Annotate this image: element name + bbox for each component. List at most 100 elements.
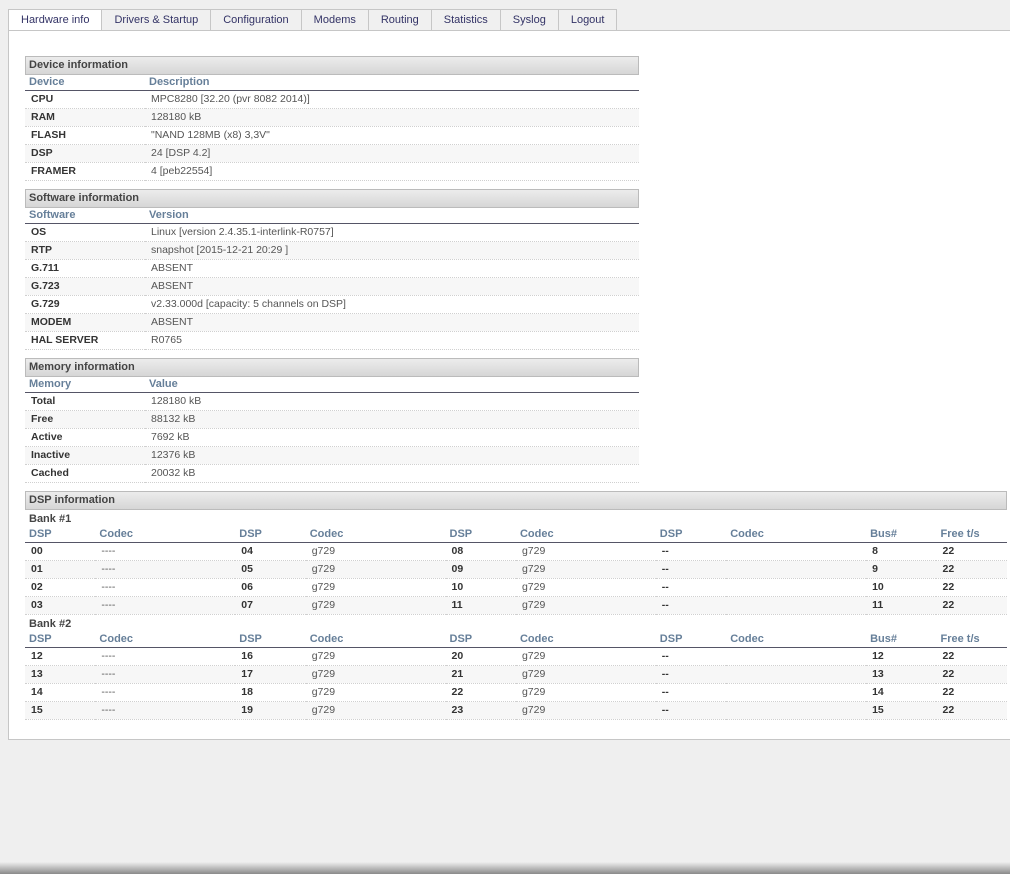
row-key: Cached: [25, 464, 145, 483]
row-value: 4 [peb22554]: [145, 162, 639, 181]
table-cell: ----: [95, 647, 236, 666]
table-cell: --: [655, 701, 727, 720]
table-cell: --: [655, 560, 727, 579]
memory-information-section: Memory information Memory Value Total 128…: [25, 358, 639, 483]
column-header-codec: Codec: [726, 632, 867, 648]
section-title: DSP information: [25, 491, 1007, 510]
column-header-dsp: DSP: [235, 527, 306, 543]
column-header-dsp: DSP: [655, 527, 727, 543]
table-cell: [726, 560, 867, 579]
row-key: DSP: [25, 144, 145, 163]
table-cell: ----: [95, 578, 236, 597]
row-value: 24 [DSP 4.2]: [145, 144, 639, 163]
table-cell: g729: [305, 647, 446, 666]
table-cell: 02: [25, 578, 96, 597]
column-header-dsp: DSP: [445, 632, 516, 648]
table-cell: 22: [936, 578, 1007, 597]
column-header-codec: Codec: [515, 527, 656, 543]
table-cell: 06: [235, 578, 306, 597]
bank-label: Bank #2: [29, 618, 72, 630]
table-cell: [726, 578, 867, 597]
table-cell: g729: [515, 578, 656, 597]
column-header-codec: Codec: [95, 527, 236, 543]
column-header-memory: Memory: [25, 377, 145, 393]
bank-label: Bank #1: [29, 513, 72, 525]
tab-hardware-info[interactable]: Hardware info: [8, 9, 103, 32]
table-cell: [726, 596, 867, 615]
column-header-codec: Codec: [305, 632, 446, 648]
table-cell: 12: [25, 647, 96, 666]
column-header-device: Device: [25, 75, 145, 91]
table-cell: ----: [95, 542, 236, 561]
table-row: G.729 v2.33.000d [capacity: 5 channels on…: [25, 295, 639, 314]
row-value: 88132 kB: [145, 410, 639, 429]
table-cell: ----: [95, 683, 236, 702]
table-row: Free 88132 kB: [25, 410, 639, 429]
row-value: Linux [version 2.4.35.1-interlink-R0757]: [145, 223, 639, 242]
row-value: snapshot [2015-12-21 20:29 ]: [145, 241, 639, 260]
table-cell: 04: [235, 542, 306, 561]
table-row: RAM 128180 kB: [25, 108, 639, 127]
table-row: 02 ---- 06 g729 10 g729 -- 10 22: [25, 578, 1007, 597]
table-cell: --: [655, 578, 727, 597]
device-table: Device Description CPU MPC8280 [32.20 (pv…: [25, 75, 639, 181]
column-header-codec: Codec: [726, 527, 867, 543]
tab-modems[interactable]: Modems: [301, 9, 369, 31]
tab-bar: Hardware info Drivers & Startup Configurat…: [8, 9, 618, 32]
row-value: ABSENT: [145, 277, 639, 296]
table-cell: [726, 665, 867, 684]
table-cell: 22: [936, 560, 1007, 579]
tab-syslog[interactable]: Syslog: [500, 9, 559, 31]
table-cell: 11: [445, 596, 516, 615]
table-cell: 8: [866, 542, 937, 561]
software-table: Software Version OS Linux [version 2.4.35…: [25, 208, 639, 350]
row-value: ABSENT: [145, 259, 639, 278]
table-cell: 18: [235, 683, 306, 702]
table-cell: --: [655, 647, 727, 666]
column-header-free-t-s: Free t/s: [936, 527, 1007, 543]
column-header-value: Value: [145, 377, 639, 393]
table-row: OS Linux [version 2.4.35.1-interlink-R075…: [25, 223, 639, 242]
column-header-version: Version: [145, 208, 639, 224]
table-cell: [726, 647, 867, 666]
row-key: Free: [25, 410, 145, 429]
row-value: MPC8280 [32.20 (pvr 8082 2014)]: [145, 90, 639, 109]
row-key: RAM: [25, 108, 145, 127]
tab-routing[interactable]: Routing: [368, 9, 432, 31]
table-cell: ----: [95, 596, 236, 615]
row-key: G.729: [25, 295, 145, 314]
table-row: FLASH "NAND 128MB (x8) 3,3V": [25, 126, 639, 145]
row-value: ABSENT: [145, 313, 639, 332]
table-cell: 00: [25, 542, 96, 561]
column-header-dsp: DSP: [445, 527, 516, 543]
table-cell: --: [655, 542, 727, 561]
tab-configuration[interactable]: Configuration: [211, 9, 302, 31]
table-row: 03 ---- 07 g729 11 g729 -- 11 22: [25, 596, 1007, 615]
tab-logout[interactable]: Logout: [558, 9, 618, 31]
column-header-bus: Bus#: [866, 527, 937, 543]
table-row: G.723 ABSENT: [25, 277, 639, 296]
column-header-bus: Bus#: [866, 632, 937, 648]
table-cell: ----: [95, 701, 236, 720]
table-row: MODEM ABSENT: [25, 313, 639, 332]
row-key: Total: [25, 392, 145, 411]
table-cell: 17: [235, 665, 306, 684]
row-key: RTP: [25, 241, 145, 260]
row-value: R0765: [145, 331, 639, 350]
table-cell: 22: [936, 647, 1007, 666]
dsp-information-section: DSP information Bank #1 DSP Codec DSP Codec D…: [25, 491, 1007, 720]
table-cell: g729: [515, 596, 656, 615]
row-value: 20032 kB: [145, 464, 639, 483]
tab-drivers-startup[interactable]: Drivers & Startup: [102, 9, 212, 31]
tab-statistics[interactable]: Statistics: [431, 9, 501, 31]
dsp-bank-table: DSP Codec DSP Codec DSP Codec DSP Codec Bus# Free…: [25, 632, 1007, 720]
table-cell: 19: [235, 701, 306, 720]
table-cell: 9: [866, 560, 937, 579]
section-title: Memory information: [25, 358, 639, 377]
table-cell: 12: [866, 647, 937, 666]
column-header-free-t-s: Free t/s: [936, 632, 1007, 648]
table-row: 15 ---- 19 g729 23 g729 -- 15 22: [25, 701, 1007, 720]
table-cell: 08: [445, 542, 516, 561]
table-row: 14 ---- 18 g729 22 g729 -- 14 22: [25, 683, 1007, 702]
row-value: 12376 kB: [145, 446, 639, 465]
